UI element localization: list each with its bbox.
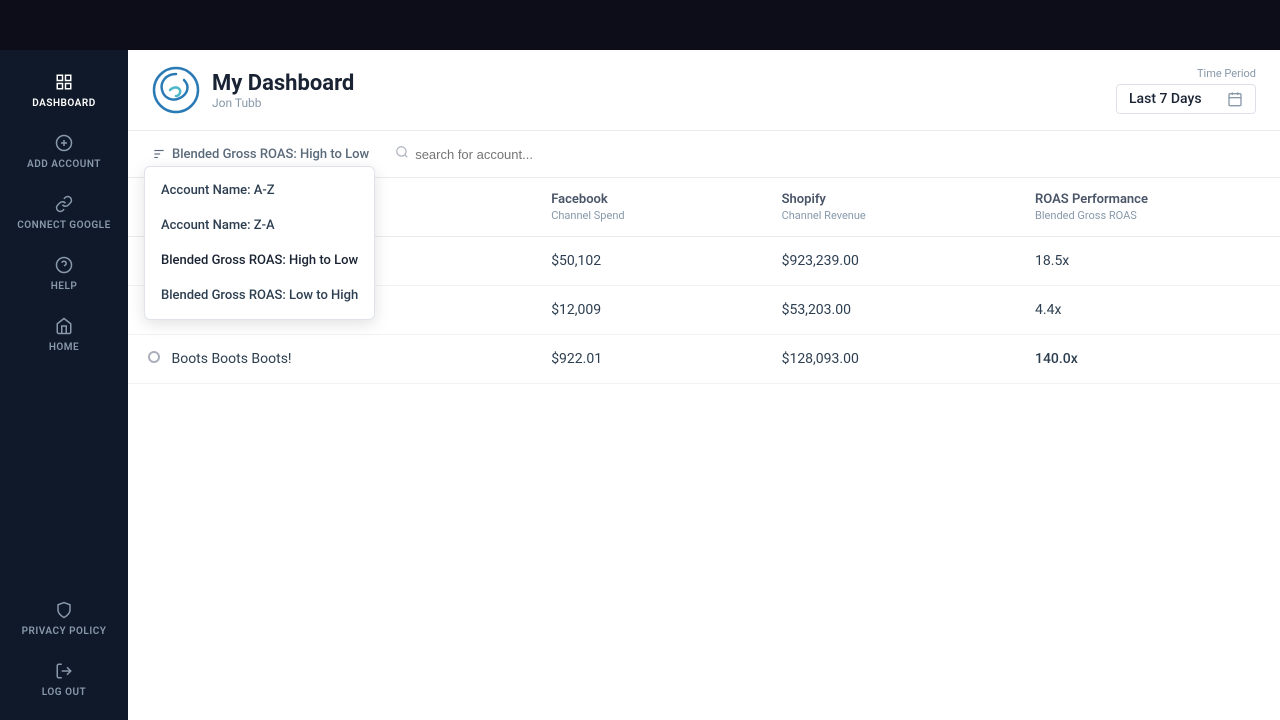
calendar-icon bbox=[1227, 91, 1243, 107]
shopify-revenue-2: $53,203.00 bbox=[762, 286, 1015, 335]
search-input[interactable] bbox=[415, 147, 775, 162]
time-period-value: Last 7 Days bbox=[1129, 91, 1202, 107]
dropdown-label-roas-low-high: Blended Gross ROAS: Low to High bbox=[161, 288, 358, 303]
help-icon bbox=[54, 255, 74, 275]
time-period-section: Time Period Last 7 Days bbox=[1116, 67, 1256, 114]
roas-value-1: 18.5x bbox=[1015, 237, 1280, 286]
dropdown-label-name-za: Account Name: Z-A bbox=[161, 218, 275, 233]
sidebar-label-connect-google: CONNECT GOOGLE bbox=[17, 220, 110, 231]
col-header-shopify: Shopify Channel Revenue bbox=[762, 178, 1015, 237]
sidebar-label-help: HELP bbox=[51, 281, 78, 292]
sort-dropdown: Account Name: A-Z Account Name: Z-A Blen… bbox=[144, 166, 375, 320]
sidebar: DASHBOARD ADD ACCOUNT CONNECT GOOGLE bbox=[0, 50, 128, 720]
logo-icon bbox=[152, 66, 200, 114]
home-icon bbox=[54, 316, 74, 336]
dropdown-item-roas-low-high[interactable]: Blended Gross ROAS: Low to High bbox=[145, 278, 374, 313]
sort-button[interactable]: Blended Gross ROAS: High to Low Account … bbox=[144, 143, 377, 166]
app-container: DASHBOARD ADD ACCOUNT CONNECT GOOGLE bbox=[0, 50, 1280, 720]
dropdown-item-name-az[interactable]: Account Name: A-Z bbox=[145, 173, 374, 208]
dropdown-label-roas-high-low: Blended Gross ROAS: High to Low bbox=[161, 253, 358, 268]
sidebar-label-home: HOME bbox=[49, 342, 79, 353]
radio-dot-3 bbox=[148, 351, 160, 363]
roas-value-3: 140.0x bbox=[1015, 335, 1280, 384]
sidebar-item-add-account[interactable]: ADD ACCOUNT bbox=[0, 121, 128, 182]
page-header: My Dashboard Jon Tubb Time Period Last 7… bbox=[128, 50, 1280, 131]
dropdown-item-roas-high-low[interactable]: Blended Gross ROAS: High to Low bbox=[145, 243, 374, 278]
facebook-spend-3: $922.01 bbox=[531, 335, 761, 384]
sidebar-bottom: PRIVACY POLICY LOG OUT bbox=[14, 588, 115, 710]
header-title: My Dashboard Jon Tubb bbox=[212, 71, 354, 110]
main-content: My Dashboard Jon Tubb Time Period Last 7… bbox=[128, 50, 1280, 720]
shield-icon bbox=[54, 600, 74, 620]
search-container bbox=[385, 141, 785, 167]
top-bar bbox=[0, 0, 1280, 50]
time-period-label: Time Period bbox=[1197, 67, 1256, 80]
facebook-spend-2: $12,009 bbox=[531, 286, 761, 335]
facebook-spend-1: $50,102 bbox=[531, 237, 761, 286]
sidebar-item-help[interactable]: HELP bbox=[0, 243, 128, 304]
sort-label: Blended Gross ROAS: High to Low bbox=[172, 147, 369, 162]
time-period-selector[interactable]: Last 7 Days bbox=[1116, 84, 1256, 114]
log-out-icon bbox=[54, 661, 74, 681]
sidebar-item-privacy-policy[interactable]: PRIVACY POLICY bbox=[14, 588, 115, 649]
sidebar-label-dashboard: DASHBOARD bbox=[32, 98, 95, 109]
col-header-roas: ROAS Performance Blended Gross ROAS bbox=[1015, 178, 1280, 237]
table-row: Boots Boots Boots! $922.01 $128,093.00 1… bbox=[128, 335, 1280, 384]
sidebar-item-dashboard[interactable]: DASHBOARD bbox=[0, 60, 128, 121]
grid-icon bbox=[54, 72, 74, 92]
account-name-3: Boots Boots Boots! bbox=[128, 335, 531, 384]
sort-icon bbox=[152, 147, 166, 161]
col-header-facebook: Facebook Channel Spend bbox=[531, 178, 761, 237]
link-icon bbox=[54, 194, 74, 214]
plus-circle-icon bbox=[54, 133, 74, 153]
filter-bar: Blended Gross ROAS: High to Low Account … bbox=[128, 131, 1280, 178]
sidebar-label-log-out: LOG OUT bbox=[42, 687, 86, 698]
shopify-revenue-1: $923,239.00 bbox=[762, 237, 1015, 286]
shopify-revenue-3: $128,093.00 bbox=[762, 335, 1015, 384]
dropdown-label-name-az: Account Name: A-Z bbox=[161, 183, 275, 198]
sidebar-item-log-out[interactable]: LOG OUT bbox=[14, 649, 115, 710]
dropdown-item-name-za[interactable]: Account Name: Z-A bbox=[145, 208, 374, 243]
header-left: My Dashboard Jon Tubb bbox=[152, 66, 354, 114]
dashboard-title: My Dashboard bbox=[212, 71, 354, 96]
roas-value-2: 4.4x bbox=[1015, 286, 1280, 335]
sidebar-item-connect-google[interactable]: CONNECT GOOGLE bbox=[0, 182, 128, 243]
sidebar-item-home[interactable]: HOME bbox=[0, 304, 128, 365]
sidebar-label-privacy-policy: PRIVACY POLICY bbox=[22, 626, 107, 637]
sidebar-label-add-account: ADD ACCOUNT bbox=[27, 159, 101, 170]
search-icon bbox=[395, 145, 409, 163]
user-name: Jon Tubb bbox=[212, 96, 354, 110]
